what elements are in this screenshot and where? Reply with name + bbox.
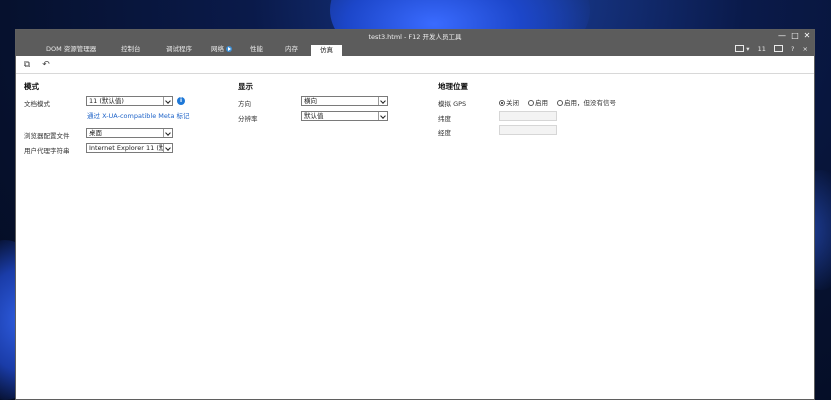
display-section-title: 显示: [238, 82, 253, 91]
radio-icon: [557, 100, 563, 106]
tab-emulation[interactable]: 仿真: [311, 44, 342, 56]
window-title: test3.html - F12 开发人员工具: [368, 33, 462, 41]
gps-option-off: 关闭: [506, 99, 519, 107]
device-label: 11: [757, 45, 766, 53]
close-icon[interactable]: ×: [803, 44, 808, 55]
play-icon[interactable]: [226, 46, 232, 52]
longitude-input[interactable]: [499, 125, 557, 135]
user-agent-label: 用户代理字符串: [24, 147, 70, 155]
orientation-select[interactable]: 横向: [301, 96, 388, 106]
doc-mode-value: 11 (默认值): [89, 97, 124, 105]
tab-network-label: 网络: [211, 45, 224, 53]
orientation-label: 方向: [238, 100, 251, 108]
doc-mode-label: 文档模式: [24, 100, 50, 108]
browser-profile-value: 桌面: [89, 129, 102, 137]
chevron-down-icon: [163, 144, 172, 152]
user-agent-select[interactable]: Internet Explorer 11 (默: [86, 143, 173, 153]
undo-icon[interactable]: ↶: [41, 60, 51, 70]
resolution-select[interactable]: 默认值: [301, 111, 388, 121]
geo-section-title: 地理位置: [438, 82, 468, 91]
doc-mode-select[interactable]: 11 (默认值): [86, 96, 173, 106]
mode-section-title: 模式: [24, 82, 39, 91]
tab-memory[interactable]: 内存: [283, 44, 300, 56]
user-agent-value: Internet Explorer 11 (默: [89, 144, 166, 152]
device-selector[interactable]: ▾ 11: [729, 44, 766, 55]
close-button[interactable]: ✕: [801, 31, 813, 40]
latitude-label: 纬度: [438, 115, 451, 123]
radio-selected-icon: [499, 100, 505, 106]
browser-profile-select[interactable]: 桌面: [86, 128, 173, 138]
minimize-button[interactable]: —: [776, 31, 788, 40]
radio-icon: [528, 100, 534, 106]
meta-link[interactable]: 通过 X-UA-compatible Meta 标记: [87, 110, 190, 120]
chevron-down-icon: [378, 97, 387, 105]
orientation-value: 横向: [304, 97, 317, 105]
help-icon[interactable]: ?: [791, 44, 794, 55]
info-icon[interactable]: i: [177, 97, 185, 105]
chevron-down-icon: [163, 97, 172, 105]
tab-dom-explorer[interactable]: DOM 资源管理器: [44, 44, 98, 56]
gps-option-on: 启用: [535, 99, 548, 107]
tab-bar: DOM 资源管理器 控制台 调试程序 网络 性能 内存 仿真 ▾ 11 ? ×: [16, 42, 814, 56]
latitude-input[interactable]: [499, 111, 557, 121]
tab-debugger[interactable]: 调试程序: [164, 44, 194, 56]
dock-icon[interactable]: [773, 45, 783, 52]
title-bar: test3.html - F12 开发人员工具 — □ ✕: [16, 30, 814, 42]
select-element-icon[interactable]: ⧉: [22, 60, 32, 70]
devtools-window: test3.html - F12 开发人员工具 — □ ✕ DOM 资源管理器 …: [15, 29, 815, 400]
maximize-button[interactable]: □: [789, 31, 801, 40]
gps-label: 模拟 GPS: [438, 100, 467, 108]
gps-option-no-signal: 启用，但没有信号: [564, 99, 616, 107]
resolution-value: 默认值: [304, 112, 324, 120]
tab-performance[interactable]: 性能: [248, 44, 265, 56]
screen-icon: [735, 45, 745, 52]
gps-radio-no-signal[interactable]: 启用，但没有信号: [557, 97, 616, 107]
right-tools: ▾ 11 ? ×: [723, 44, 808, 55]
toolbar: ⧉ ↶: [16, 56, 814, 74]
browser-profile-label: 浏览器配置文件: [24, 132, 70, 140]
gps-radio-on[interactable]: 启用: [528, 97, 548, 107]
gps-radio-off[interactable]: 关闭: [499, 97, 519, 107]
resolution-label: 分辨率: [238, 115, 258, 123]
longitude-label: 经度: [438, 129, 451, 137]
chevron-down-icon: [378, 112, 387, 120]
tab-console[interactable]: 控制台: [119, 44, 143, 56]
chevron-down-icon: [163, 129, 172, 137]
tab-network[interactable]: 网络: [209, 44, 234, 56]
